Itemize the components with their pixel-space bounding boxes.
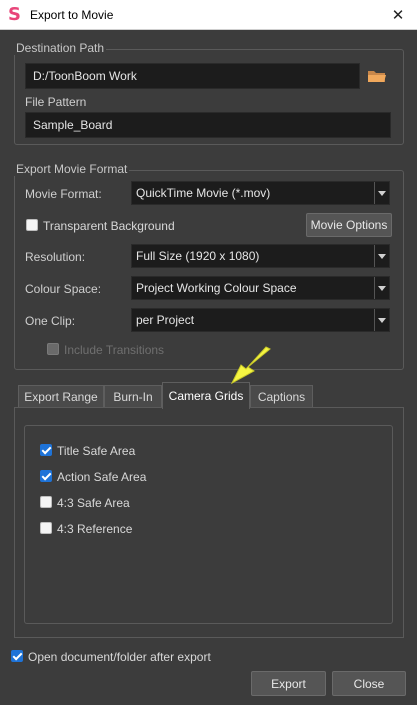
four-three-safe-area-checkbox[interactable] <box>40 496 52 508</box>
movie-format-label: Movie Format: <box>25 187 102 201</box>
colour-space-value: Project Working Colour Space <box>136 281 297 295</box>
chevron-down-icon[interactable] <box>374 309 389 331</box>
tab-burn-in[interactable]: Burn-In <box>104 385 162 408</box>
close-button[interactable]: Close <box>332 671 406 696</box>
open-after-export-checkbox[interactable] <box>11 650 23 662</box>
title-safe-area-checkbox[interactable] <box>40 444 52 456</box>
title-bar: S Export to Movie ✕ <box>0 0 417 30</box>
action-safe-area-checkbox[interactable] <box>40 470 52 482</box>
four-three-safe-area-label: 4:3 Safe Area <box>57 496 130 510</box>
folder-browse-icon[interactable] <box>367 68 387 84</box>
one-clip-value: per Project <box>136 313 195 327</box>
movie-format-dropdown[interactable]: QuickTime Movie (*.mov) <box>131 181 390 205</box>
title-safe-area-label: Title Safe Area <box>57 444 136 458</box>
export-movie-format-group-title: Export Movie Format <box>14 162 130 176</box>
app-logo-icon: S <box>8 4 21 25</box>
four-three-reference-checkbox[interactable] <box>40 522 52 534</box>
window-title: Export to Movie <box>30 8 114 22</box>
include-transitions-label: Include Transitions <box>64 343 165 357</box>
resolution-dropdown[interactable]: Full Size (1920 x 1080) <box>131 244 390 268</box>
one-clip-label: One Clip: <box>25 314 76 328</box>
resolution-value: Full Size (1920 x 1080) <box>136 249 260 263</box>
chevron-down-icon[interactable] <box>374 182 389 204</box>
transparent-background-checkbox[interactable] <box>26 219 38 231</box>
movie-options-button[interactable]: Movie Options <box>306 213 392 237</box>
open-after-export-label: Open document/folder after export <box>28 650 211 664</box>
action-safe-area-label: Action Safe Area <box>57 470 147 484</box>
colour-space-dropdown[interactable]: Project Working Colour Space <box>131 276 390 300</box>
one-clip-dropdown[interactable]: per Project <box>131 308 390 332</box>
resolution-label: Resolution: <box>25 250 86 264</box>
export-button[interactable]: Export <box>251 671 326 696</box>
movie-format-value: QuickTime Movie (*.mov) <box>136 186 271 200</box>
chevron-down-icon[interactable] <box>374 277 389 299</box>
annotation-arrow-icon <box>230 346 271 385</box>
destination-path-field[interactable]: D:/ToonBoom Work <box>25 63 360 89</box>
tab-captions[interactable]: Captions <box>250 385 313 408</box>
include-transitions-checkbox <box>47 343 59 355</box>
four-three-reference-label: 4:3 Reference <box>57 522 133 536</box>
tab-export-range[interactable]: Export Range <box>18 385 104 408</box>
colour-space-label: Colour Space: <box>25 282 102 296</box>
close-window-button[interactable]: ✕ <box>385 2 411 28</box>
transparent-background-label: Transparent Background <box>43 219 175 233</box>
file-pattern-label: File Pattern <box>25 95 87 109</box>
destination-path-group-title: Destination Path <box>14 41 107 55</box>
file-pattern-field[interactable]: Sample_Board <box>25 112 391 138</box>
chevron-down-icon[interactable] <box>374 245 389 267</box>
